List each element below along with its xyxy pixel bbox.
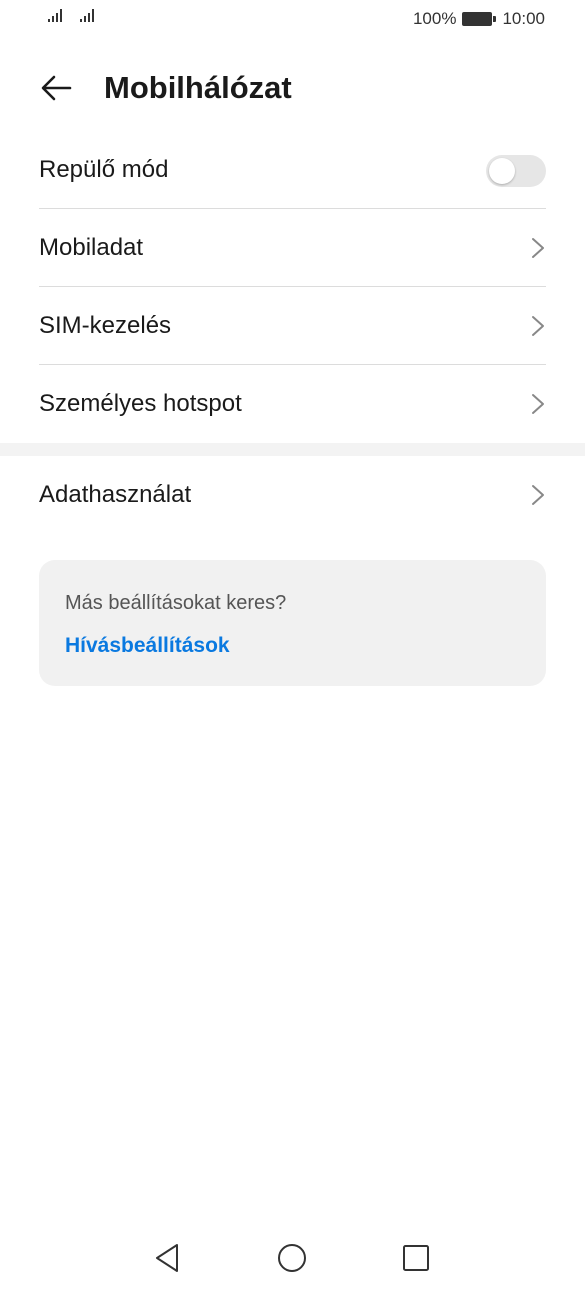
sim-management-label: SIM-kezelés [39, 311, 172, 339]
call-settings-link[interactable]: Hívásbeállítások [65, 634, 230, 658]
mobile-data-row[interactable]: Mobiladat [39, 209, 546, 287]
square-recents-icon[interactable] [398, 1240, 434, 1276]
page-title: Mobilhálózat [104, 70, 292, 105]
status-bar: 100% 10:00 [0, 0, 585, 40]
chevron-right-icon [532, 485, 544, 505]
app-header: Mobilhálózat [0, 60, 585, 116]
signal-icon [80, 9, 94, 22]
battery-percent: 100% [412, 9, 457, 28]
suggestion-card: Más beállításokat keres? Hívásbeállításo… [39, 560, 546, 686]
signal-icon [48, 9, 62, 22]
chevron-right-icon [532, 238, 544, 258]
arrow-left-icon[interactable] [38, 72, 74, 104]
chevron-right-icon [532, 394, 544, 414]
navigation-bar [0, 1240, 585, 1300]
battery-full-icon [462, 12, 497, 26]
chevron-right-icon [532, 316, 544, 336]
settings-list: Repülő mód Mobiladat SIM-kezelés Személy… [0, 131, 585, 443]
section-divider [0, 443, 585, 456]
suggestion-text: Más beállításokat keres? [65, 592, 287, 614]
personal-hotspot-row[interactable]: Személyes hotspot [39, 365, 546, 443]
data-usage-label: Adathasználat [39, 481, 192, 508]
airplane-mode-toggle[interactable] [486, 155, 546, 187]
mobile-data-label: Mobiladat [39, 233, 144, 261]
clock: 10:00 [502, 9, 545, 28]
airplane-mode-label: Repülő mód [39, 155, 169, 183]
settings-list-2: Adathasználat [0, 456, 585, 534]
toggle-knob [489, 158, 515, 184]
status-right: 100% 10:00 [413, 9, 545, 29]
sim-management-row[interactable]: SIM-kezelés [39, 287, 546, 365]
personal-hotspot-label: Személyes hotspot [39, 390, 242, 417]
data-usage-row[interactable]: Adathasználat [39, 456, 546, 534]
circle-home-icon[interactable] [274, 1240, 310, 1276]
triangle-back-icon[interactable] [150, 1240, 186, 1276]
airplane-mode-row[interactable]: Repülő mód [39, 131, 546, 209]
